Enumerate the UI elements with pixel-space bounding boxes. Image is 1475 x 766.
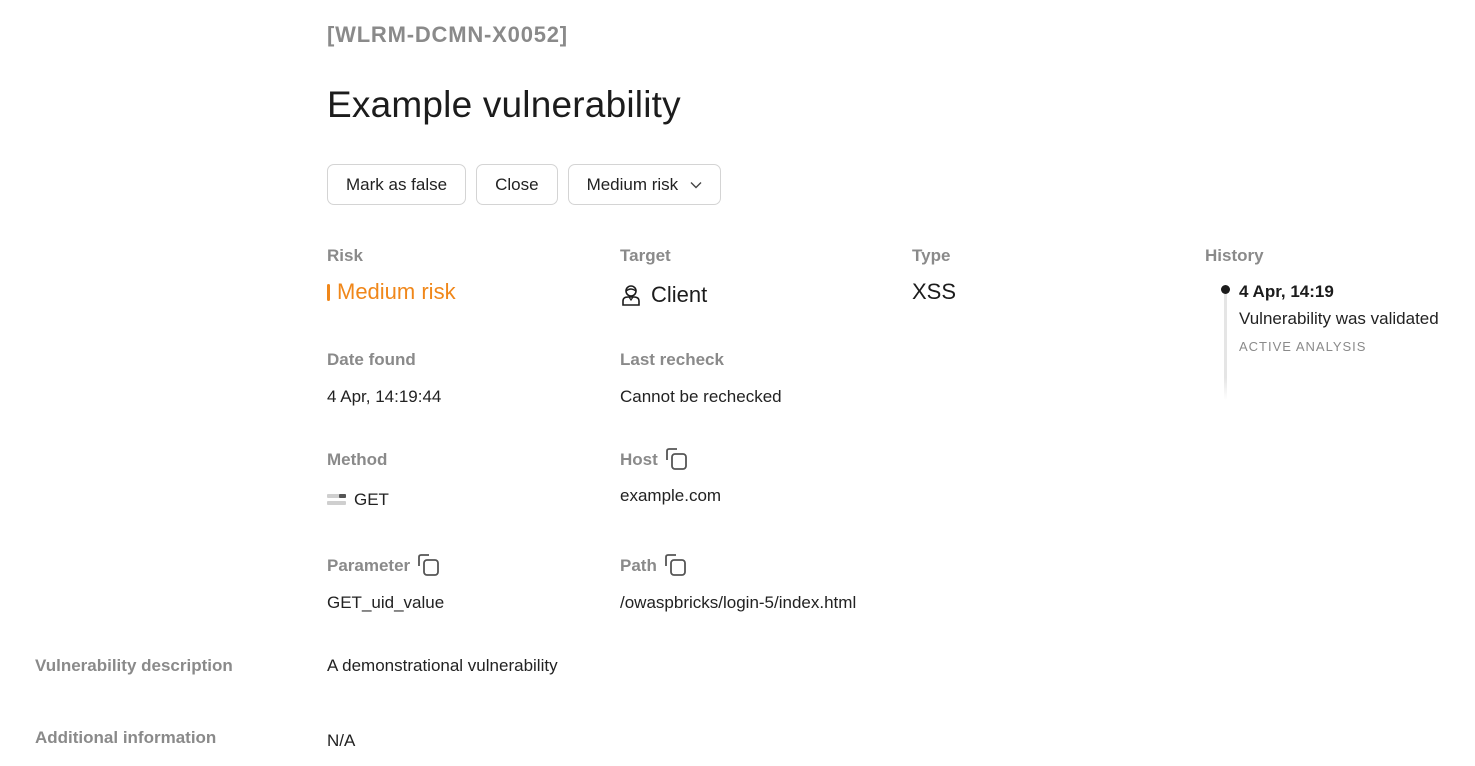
copy-host-icon[interactable]: [664, 447, 690, 473]
parameter-label: Parameter: [327, 556, 411, 575]
action-bar: Mark as false Close Medium risk: [327, 164, 722, 205]
host-label: Host: [620, 450, 658, 469]
additional-information-value: N/A: [327, 731, 356, 750]
date-found-value: 4 Apr, 14:19:44: [327, 387, 442, 406]
target-value-text: Client: [651, 282, 708, 307]
risk-indicator: [327, 283, 330, 301]
vulnerability-detail-page: [WLRM-DCMN-X0052] Example vulnerability …: [0, 0, 1475, 766]
risk-select-value: Medium risk: [586, 174, 679, 194]
copy-parameter-icon[interactable]: [416, 553, 442, 579]
path-value: /owaspbricks/login-5/index.html: [620, 593, 857, 612]
copy-path-icon[interactable]: [663, 553, 689, 579]
additional-information-label: Additional information: [35, 728, 217, 747]
risk-label: Risk: [327, 246, 363, 265]
last-recheck-value: Cannot be rechecked: [620, 387, 782, 406]
history-event-tag: ACTIVE ANALYSIS: [1239, 339, 1367, 354]
method-label: Method: [327, 450, 388, 469]
chevron-down-icon: [690, 181, 702, 189]
risk-select[interactable]: Medium risk: [567, 164, 722, 205]
path-label-row: Path: [620, 553, 689, 579]
history-event-date: 4 Apr, 14:19: [1239, 282, 1334, 301]
method-icon: [327, 493, 346, 507]
method-value: GET: [327, 490, 389, 510]
parameter-value: GET_uid_value: [327, 593, 445, 612]
history-label: History: [1205, 246, 1264, 265]
last-recheck-label: Last recheck: [620, 350, 724, 369]
target-label: Target: [620, 246, 671, 265]
history-event-text: Vulnerability was validated: [1239, 309, 1439, 328]
path-label: Path: [620, 556, 657, 575]
method-value-text: GET: [354, 490, 389, 509]
close-button[interactable]: Close: [476, 164, 558, 205]
type-label: Type: [912, 246, 951, 265]
vulnerability-description-value: A demonstrational vulnerability: [327, 656, 558, 675]
host-label-row: Host: [620, 447, 690, 473]
history-timeline: [1224, 290, 1227, 400]
date-found-label: Date found: [327, 350, 416, 369]
page-title: Example vulnerability: [327, 84, 681, 125]
vulnerability-description-label: Vulnerability description: [35, 656, 233, 675]
vulnerability-id: [WLRM-DCMN-X0052]: [327, 22, 568, 47]
target-value: Client: [620, 282, 707, 308]
risk-value-text: Medium risk: [337, 279, 456, 304]
type-value: XSS: [912, 279, 957, 304]
history-event-marker: [1221, 285, 1230, 294]
user-icon: [620, 283, 642, 307]
risk-value: Medium risk: [327, 279, 456, 305]
host-value: example.com: [620, 486, 722, 505]
mark-as-false-button[interactable]: Mark as false: [327, 164, 467, 205]
parameter-label-row: Parameter: [327, 553, 442, 579]
